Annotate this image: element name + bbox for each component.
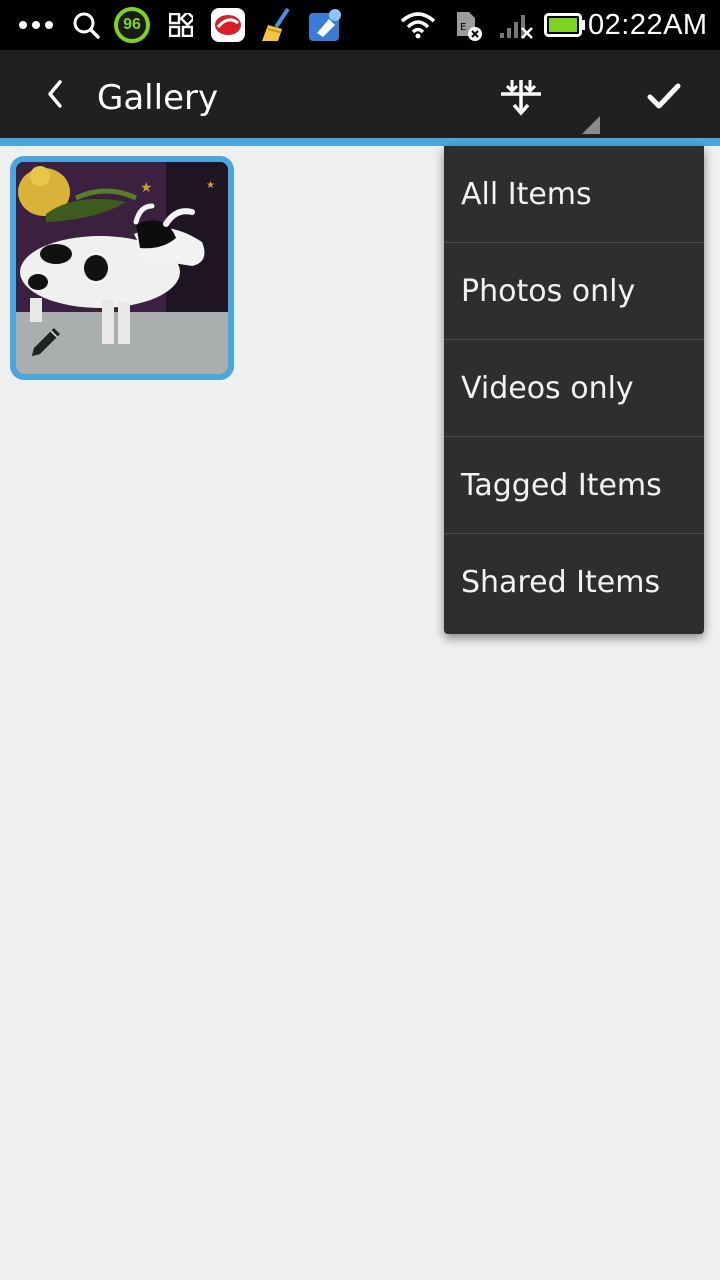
menu-item-tagged-items[interactable]: Tagged Items — [444, 437, 704, 534]
broom-icon — [256, 0, 296, 50]
checkmark-icon — [647, 83, 681, 109]
menu-item-photos-only[interactable]: Photos only — [444, 243, 704, 340]
filter-button[interactable] — [490, 70, 552, 124]
back-button[interactable] — [30, 50, 80, 138]
menu-item-videos-only[interactable]: Videos only — [444, 340, 704, 437]
gallery-item[interactable]: ★ ★ — [10, 156, 234, 380]
cleaner-badge-value: 96 — [123, 16, 141, 33]
search-icon — [70, 0, 102, 50]
action-bar-accent-line — [0, 138, 720, 146]
sim-error-icon: E — [450, 0, 486, 50]
signal-off-icon — [496, 0, 536, 50]
menu-item-all-items[interactable]: All Items — [444, 146, 704, 243]
status-bar: 96 E 02:22AM — [0, 0, 720, 50]
pencil-icon[interactable] — [26, 322, 66, 362]
status-time: 02:22AM — [588, 8, 708, 41]
app-red-icon — [209, 0, 247, 50]
filter-menu: All Items Photos only Videos only Tagged… — [444, 146, 704, 634]
confirm-button[interactable] — [636, 66, 692, 126]
battery-icon — [543, 0, 587, 50]
svg-text:★: ★ — [140, 180, 153, 196]
chevron-left-icon — [48, 80, 62, 108]
filter-sort-icon — [501, 80, 541, 116]
qr-code-icon — [166, 0, 196, 50]
menu-item-shared-items[interactable]: Shared Items — [444, 534, 704, 631]
wifi-icon — [398, 0, 438, 50]
cleaner-badge-icon: 96 — [112, 0, 152, 50]
page-title: Gallery — [97, 78, 219, 118]
dropdown-indicator-icon — [582, 116, 600, 134]
more-dots-icon — [16, 0, 56, 50]
svg-text:E: E — [460, 22, 466, 33]
svg-text:★: ★ — [206, 180, 215, 191]
app-blue-icon — [305, 0, 345, 50]
